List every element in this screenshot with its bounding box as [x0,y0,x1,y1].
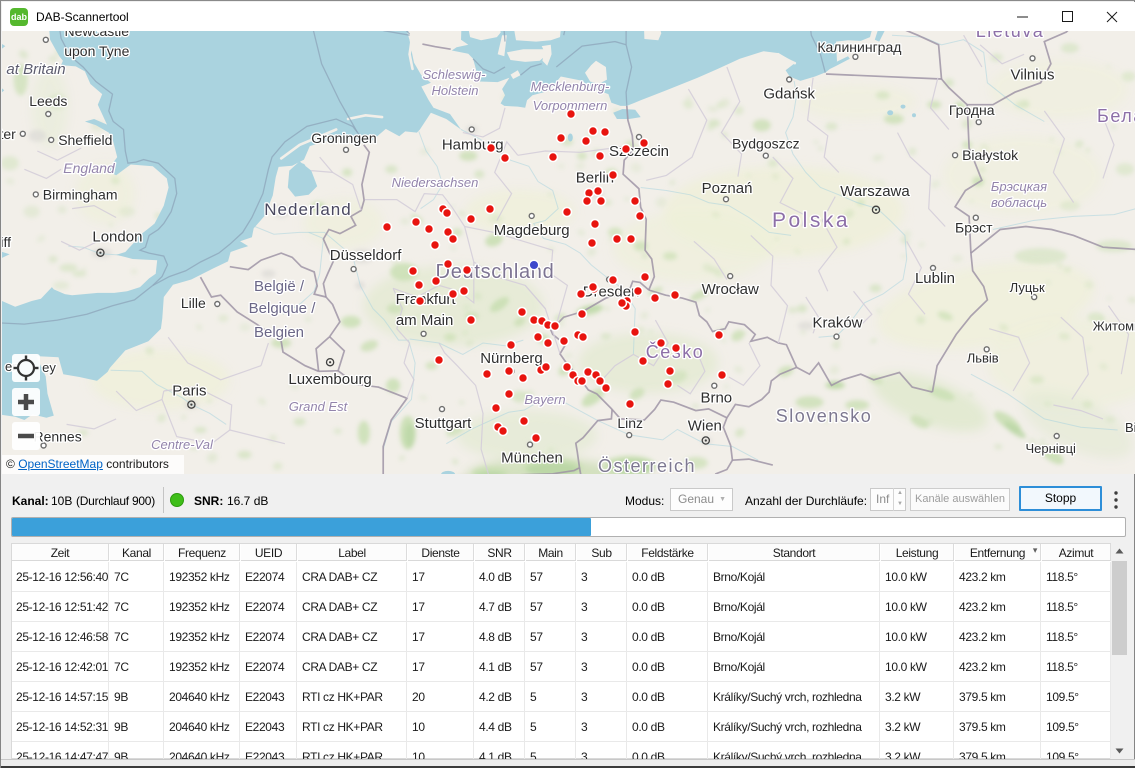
svg-text:Centre-Val: Centre-Val [151,437,214,452]
svg-text:Schleswig-: Schleswig- [423,67,487,82]
svg-text:München: München [501,450,563,467]
svg-text:Warszawa: Warszawa [840,183,910,200]
svg-text:Bydgoszcz: Bydgoszcz [732,136,800,152]
svg-text:Wien: Wien [688,418,722,435]
svg-text:Kraków: Kraków [812,315,862,332]
svg-text:upon Tyne: upon Tyne [64,43,129,59]
svg-text:Lietuva: Lietuva [976,31,1045,41]
svg-text:ey: ey [42,360,56,375]
svg-text:Groningen: Groningen [311,130,376,146]
svg-text:Lille: Lille [181,295,206,311]
svg-text:Брэст: Брэст [955,220,993,236]
svg-text:Białystok: Białystok [962,147,1019,163]
svg-text:Manchester: Manchester [2,126,16,142]
svg-text:вобласць: вобласць [991,195,1047,210]
svg-text:Polska: Polska [772,209,850,232]
svg-text:London: London [92,229,142,246]
svg-text:Bayern: Bayern [524,392,565,407]
svg-text:Belgique /: Belgique / [249,300,317,317]
svg-text:Луцьк: Луцьк [1010,280,1045,295]
svg-text:Stuttgart: Stuttgart [415,415,473,432]
svg-text:Slovensko: Slovensko [776,406,873,426]
svg-text:Brno: Brno [700,390,732,407]
svg-text:am Main: am Main [396,312,454,329]
svg-text:Wrocław: Wrocław [702,281,759,298]
svg-text:Linz: Linz [617,415,643,431]
svg-text:Львів: Львів [967,350,999,365]
svg-text:Birmingham: Birmingham [43,186,118,202]
svg-text:Чернівці: Чернівці [1025,441,1076,456]
svg-text:Брэсцкая: Брэсцкая [991,179,1047,194]
svg-text:Sheffield: Sheffield [58,132,112,148]
svg-text:Nederland: Nederland [264,200,351,219]
svg-text:Nürnberg: Nürnberg [480,350,543,367]
svg-text:Калининград: Калининград [817,39,901,55]
svg-text:Житомир: Житомир [1093,319,1135,334]
svg-text:Paris: Paris [172,383,206,400]
svg-text:Magdeburg: Magdeburg [494,222,570,239]
svg-text:Luxembourg: Luxembourg [288,371,371,388]
svg-text:Belgien: Belgien [254,324,304,341]
svg-text:Newcastle: Newcastle [65,31,130,39]
svg-text:Lublin: Lublin [915,270,955,287]
svg-text:England: England [63,160,116,176]
svg-text:Cardiff: Cardiff [2,234,11,250]
svg-text:Leeds: Leeds [29,93,67,109]
svg-text:Düsseldorf: Düsseldorf [330,247,403,264]
svg-text:Gdańsk: Gdańsk [763,86,815,103]
svg-text:Mecklenburg-: Mecklenburg- [531,79,610,94]
svg-text:België /: België / [254,278,305,295]
svg-text:Белар: Белар [1097,106,1135,126]
svg-text:Гродна: Гродна [949,102,995,118]
svg-text:Grand Est: Grand Est [289,399,349,414]
svg-text:Berlin: Berlin [576,169,614,186]
svg-text:Österreich: Österreich [598,456,696,474]
svg-text:Niedersachsen: Niedersachsen [392,175,479,190]
svg-text:Rennes: Rennes [33,429,81,445]
svg-text:at Britain: at Britain [6,61,65,78]
svg-text:Szczecin: Szczecin [609,143,669,160]
svg-text:Вінн: Вінн [1125,420,1135,435]
svg-text:Poznań: Poznań [702,180,753,197]
svg-text:Frankfurt: Frankfurt [396,291,457,308]
svg-text:Vilnius: Vilnius [1011,66,1055,83]
svg-text:Holstein: Holstein [432,83,479,98]
